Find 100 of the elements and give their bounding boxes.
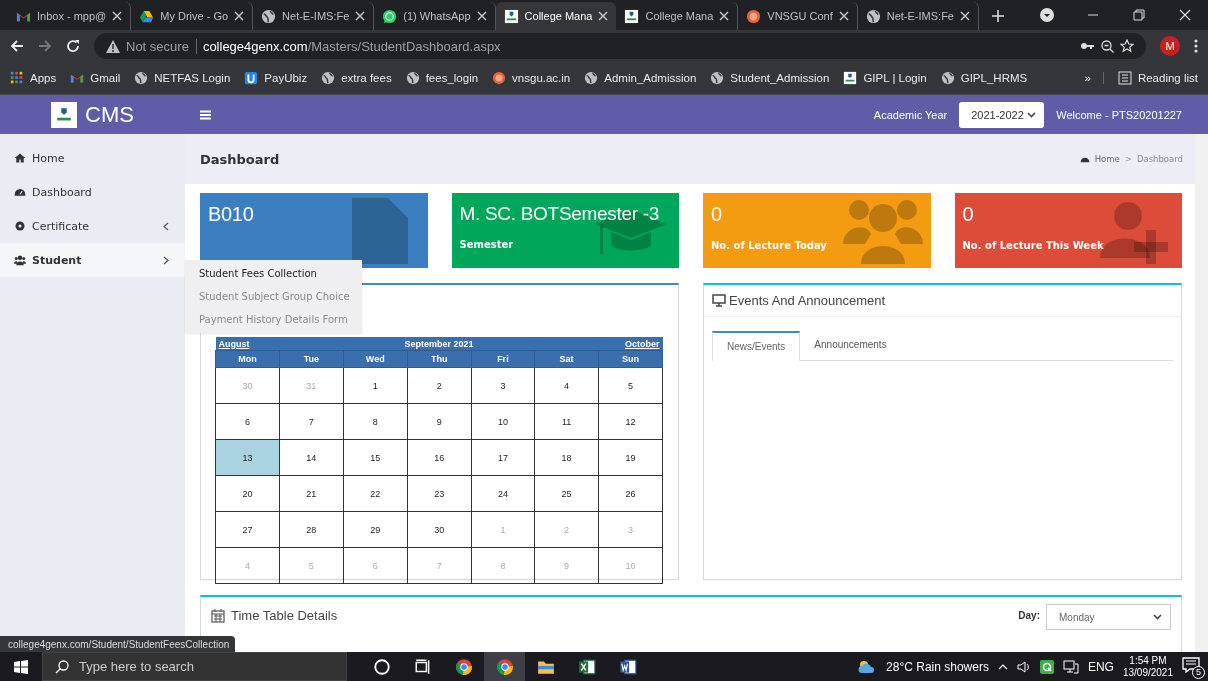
sidebar-item[interactable]: Student (0, 243, 185, 277)
close-icon[interactable] (838, 11, 849, 21)
close-icon[interactable] (476, 11, 487, 21)
calendar-day[interactable]: 11 (534, 403, 599, 440)
bookmark[interactable]: GIPL | Login (843, 71, 927, 85)
close-icon[interactable] (719, 11, 730, 21)
prev-month-link[interactable]: August (218, 338, 250, 349)
speaker-icon[interactable] (1016, 660, 1031, 673)
sidebar-item[interactable]: Home (0, 141, 185, 175)
bookmark[interactable]: Student_Admission (710, 71, 830, 85)
calendar-day[interactable]: 17 (471, 439, 535, 476)
more-bookmarks[interactable]: » (1084, 72, 1104, 84)
calendar-day[interactable]: 7 (279, 403, 344, 440)
day-select[interactable]: Monday (1046, 604, 1171, 630)
calendar-day[interactable]: 23 (407, 475, 472, 512)
taskbar-app[interactable] (484, 652, 525, 681)
menu-icon[interactable] (200, 109, 211, 120)
calendar-day[interactable]: 20 (215, 475, 280, 512)
calendar-day[interactable]: 26 (598, 475, 663, 512)
search-field[interactable]: Type here to search (42, 652, 347, 681)
apps-icon (10, 71, 24, 85)
tab[interactable]: Announcements (800, 331, 901, 360)
network-icon[interactable] (1062, 659, 1079, 674)
bookmark[interactable]: fees_login (405, 71, 479, 85)
calendar-day[interactable]: 27 (215, 511, 280, 548)
notification-button[interactable]: 5 (1182, 656, 1202, 677)
close-icon[interactable] (1179, 9, 1191, 21)
bookmark[interactable]: Admin_Admission (584, 71, 697, 85)
stat-label: No. of Lecture This Week (962, 240, 1105, 251)
calendar-day[interactable]: 1 (343, 367, 408, 404)
calendar-day[interactable]: 16 (407, 439, 472, 476)
close-icon[interactable] (234, 11, 245, 21)
calendar-day[interactable]: 5 (598, 367, 663, 404)
reading-list-button[interactable]: Reading list (1117, 71, 1198, 85)
calendar-day[interactable]: 15 (343, 439, 408, 476)
globe-icon (940, 71, 955, 85)
browser-tab[interactable]: College Mana (495, 2, 617, 30)
dropdown-icon[interactable] (1040, 8, 1054, 22)
calendar-day[interactable]: 29 (343, 511, 408, 548)
zoom-out-icon[interactable] (1101, 39, 1114, 53)
close-icon[interactable] (355, 11, 366, 21)
close-icon[interactable] (112, 11, 123, 21)
calendar-day[interactable]: 14 (279, 439, 344, 476)
bookmark[interactable]: vnsgu.ac.in (492, 71, 571, 85)
restore-icon[interactable] (1133, 9, 1145, 21)
calendar-day[interactable]: 3 (471, 367, 535, 404)
warning-icon (106, 39, 120, 53)
forward-arrow-icon[interactable] (38, 39, 52, 53)
weekday-header: Fri (471, 350, 535, 368)
calendar-day[interactable]: 22 (343, 475, 408, 512)
bookmark[interactable]: NETFAS Login (134, 71, 231, 85)
calendar-day[interactable]: 6 (215, 403, 280, 440)
caret-up-icon[interactable] (997, 663, 1008, 670)
calendar-day[interactable]: 10 (471, 403, 535, 440)
sidebar-item[interactable]: Dashboard (0, 175, 185, 209)
calendar-day[interactable]: 13 (215, 439, 280, 476)
calendar-day[interactable]: 25 (534, 475, 599, 512)
calendar-day[interactable]: 2 (407, 367, 472, 404)
profile-avatar[interactable]: M (1160, 36, 1180, 56)
bookmark[interactable]: Gmail (70, 71, 121, 85)
calendar-day[interactable]: 21 (279, 475, 344, 512)
key-icon[interactable] (1080, 41, 1095, 51)
calendar-day[interactable]: 8 (343, 403, 408, 440)
calendar-day[interactable]: 28 (279, 511, 344, 548)
star-icon[interactable] (1120, 39, 1134, 53)
academic-year-select[interactable]: 2021-2022 (959, 101, 1045, 128)
gauge-icon (14, 186, 26, 198)
calendar-day[interactable]: 12 (598, 403, 663, 440)
calendar-day[interactable]: 19 (598, 439, 663, 476)
calendar-day[interactable]: 30 (407, 511, 472, 548)
calendar-day[interactable]: 24 (471, 475, 535, 512)
close-icon[interactable] (598, 11, 609, 21)
sidebar-item[interactable]: Certificate (0, 209, 185, 243)
url-host: college4genx.com (202, 38, 308, 54)
calendar-day[interactable]: 9 (407, 403, 472, 440)
plus-icon[interactable] (991, 9, 1005, 23)
breadcrumb-current: Dashboard (1136, 154, 1183, 164)
bookmark[interactable]: PayUbiz (244, 71, 308, 85)
calendar-day[interactable]: 4 (534, 367, 599, 404)
url-path: /Masters/StudentDashboard.aspx (307, 38, 501, 54)
bookmark[interactable]: extra fees (321, 71, 392, 85)
logo-icon (843, 71, 858, 85)
stat-label: Semester (459, 239, 515, 250)
more-menu-icon[interactable] (1194, 39, 1198, 53)
browser-icon (495, 657, 514, 676)
weather-text[interactable]: 28°C Rain showers (886, 659, 989, 674)
brand-title[interactable]: CMS (85, 101, 134, 128)
clock[interactable]: 1:54 PM 13/09/2021 (1122, 654, 1173, 679)
close-icon[interactable] (960, 11, 970, 21)
bookmark[interactable]: GIPL_HRMS (940, 71, 1028, 85)
language-indicator[interactable]: ENG (1087, 659, 1114, 674)
submenu-item[interactable]: Student Fees Collection (185, 262, 350, 285)
app-tray-icon[interactable] (1039, 659, 1054, 674)
calendar-day[interactable]: 18 (534, 439, 599, 476)
bookmark[interactable]: Apps (10, 71, 57, 85)
breadcrumb-link[interactable]: Home (1094, 154, 1120, 164)
back-arrow-icon[interactable] (10, 39, 24, 53)
reload-icon[interactable] (66, 39, 80, 53)
tab[interactable]: News/Events (712, 331, 801, 361)
address-bar[interactable]: Not secure college4genx.com/Masters/StudentDashboard.aspx (94, 33, 1146, 59)
